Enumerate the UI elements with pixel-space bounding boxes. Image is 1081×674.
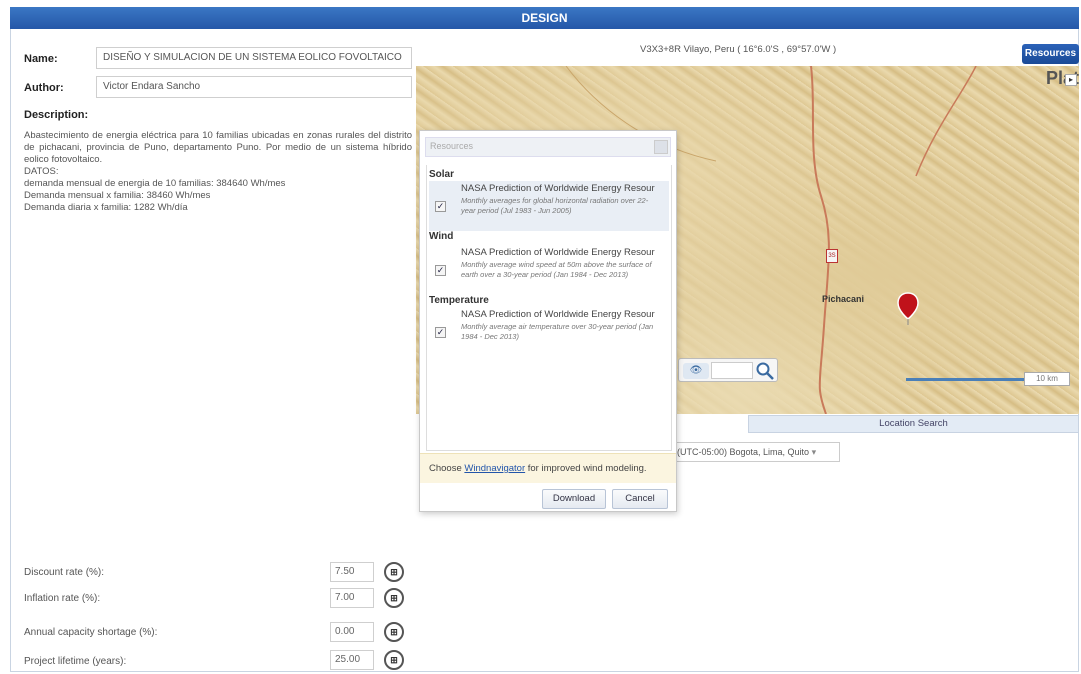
inflation-rate-input[interactable]: 7.00 xyxy=(330,588,374,608)
name-input[interactable]: DISEÑO Y SIMULACION DE UN SISTEMA EOLICO… xyxy=(96,47,412,69)
discount-rate-label: Discount rate (%): xyxy=(24,567,105,578)
location-search-button[interactable]: Location Search xyxy=(748,415,1079,433)
inflation-rate-sensitivity-button[interactable]: ⊞ xyxy=(384,588,404,608)
description-line: demanda mensual de energia de 10 familia… xyxy=(24,178,286,189)
description-line: Demanda mensual x familia: 38460 Wh/mes xyxy=(24,190,211,201)
description-line: DATOS: xyxy=(24,166,59,177)
description-line: Abastecimiento de energia eléctrica para… xyxy=(24,130,412,165)
windnavigator-link[interactable]: Windnavigator xyxy=(464,463,525,474)
map-scale-bar xyxy=(906,378,1024,381)
resource-item-temperature[interactable]: ✓ NASA Prediction of Worldwide Energy Re… xyxy=(429,307,669,357)
map-view-toggle-icon[interactable]: 👁 xyxy=(683,363,709,379)
checkbox-temperature[interactable]: ✓ xyxy=(435,327,446,338)
sensitivity-icon: ⊞ xyxy=(390,592,398,603)
resource-description: Monthly averages for global horizontal r… xyxy=(461,196,649,215)
section-solar: Solar xyxy=(429,169,455,180)
description-label: Description: xyxy=(24,109,89,121)
map-expand-button[interactable]: ▸ xyxy=(1065,74,1077,86)
capacity-shortage-input[interactable]: 0.00 xyxy=(330,622,374,642)
timezone-value: (UTC-05:00) Bogota, Lima, Quito xyxy=(677,447,810,457)
search-icon[interactable] xyxy=(755,361,775,380)
inflation-rate-label: Inflation rate (%): xyxy=(24,593,101,604)
description-line: Demanda diaria x familia: 1282 Wh/día xyxy=(24,202,188,213)
map-search-input[interactable] xyxy=(711,362,753,379)
sensitivity-icon: ⊞ xyxy=(390,654,398,665)
resource-item-wind[interactable]: ✓ NASA Prediction of Worldwide Energy Re… xyxy=(429,245,669,295)
map-scale-label: 10 km xyxy=(1024,372,1070,386)
description-textarea[interactable]: Abastecimiento de energia eléctrica para… xyxy=(24,130,412,260)
resources-dialog: Resources Solar ✓ NASA Prediction of Wor… xyxy=(419,130,677,512)
map-search-control: 👁 xyxy=(678,358,778,382)
resource-list: Solar ✓ NASA Prediction of Worldwide Ene… xyxy=(426,165,672,451)
name-label: Name: xyxy=(24,53,58,65)
note-prefix: Choose xyxy=(429,463,465,474)
resource-title: NASA Prediction of Worldwide Energy Reso… xyxy=(461,183,655,194)
cancel-button[interactable]: Cancel xyxy=(612,489,668,509)
design-title: DESIGN xyxy=(521,11,568,25)
note-suffix: for improved wind modeling. xyxy=(525,463,647,474)
discount-rate-sensitivity-button[interactable]: ⊞ xyxy=(384,562,404,582)
resources-button[interactable]: Resources xyxy=(1022,44,1079,64)
dialog-search-clear-button[interactable] xyxy=(654,140,668,154)
section-wind: Wind xyxy=(429,231,454,242)
capacity-shortage-sensitivity-button[interactable]: ⊞ xyxy=(384,622,404,642)
map-town-label: Pichacani xyxy=(822,294,865,304)
wind-modeling-note: Choose Windnavigator for improved wind m… xyxy=(420,453,676,483)
sensitivity-icon: ⊞ xyxy=(390,566,398,577)
download-button[interactable]: Download xyxy=(542,489,606,509)
road-number-sign: 3S xyxy=(826,249,838,263)
project-lifetime-sensitivity-button[interactable]: ⊞ xyxy=(384,650,404,670)
resource-item-solar[interactable]: ✓ NASA Prediction of Worldwide Energy Re… xyxy=(429,181,669,231)
resource-description: Monthly average air temperature over 30-… xyxy=(461,322,654,341)
project-lifetime-label: Project lifetime (years): xyxy=(24,656,127,667)
section-temperature: Temperature xyxy=(429,295,489,306)
location-coordinates: V3X3+8R Vilayo, Peru ( 16°6.0'S , 69°57.… xyxy=(640,44,837,55)
author-label: Author: xyxy=(24,82,64,94)
design-header: DESIGN xyxy=(10,7,1079,29)
author-input[interactable]: Victor Endara Sancho xyxy=(96,76,412,98)
resource-description: Monthly average wind speed at 50m above … xyxy=(461,260,652,279)
capacity-shortage-label: Annual capacity shortage (%): xyxy=(24,627,158,638)
discount-rate-input[interactable]: 7.50 xyxy=(330,562,374,582)
checkbox-solar[interactable]: ✓ xyxy=(435,201,446,212)
checkbox-wind[interactable]: ✓ xyxy=(435,265,446,276)
timezone-select[interactable]: (UTC-05:00) Bogota, Lima, Quito ▾ xyxy=(672,442,840,462)
dialog-search-placeholder: Resources xyxy=(430,141,474,151)
resource-title: NASA Prediction of Worldwide Energy Reso… xyxy=(461,309,655,320)
dialog-search-bar[interactable]: Resources xyxy=(425,137,671,157)
resource-title: NASA Prediction of Worldwide Energy Reso… xyxy=(461,247,655,258)
project-lifetime-input[interactable]: 25.00 xyxy=(330,650,374,670)
sensitivity-icon: ⊞ xyxy=(390,626,398,637)
chevron-down-icon: ▾ xyxy=(811,447,817,457)
location-pin-icon[interactable] xyxy=(897,292,919,326)
